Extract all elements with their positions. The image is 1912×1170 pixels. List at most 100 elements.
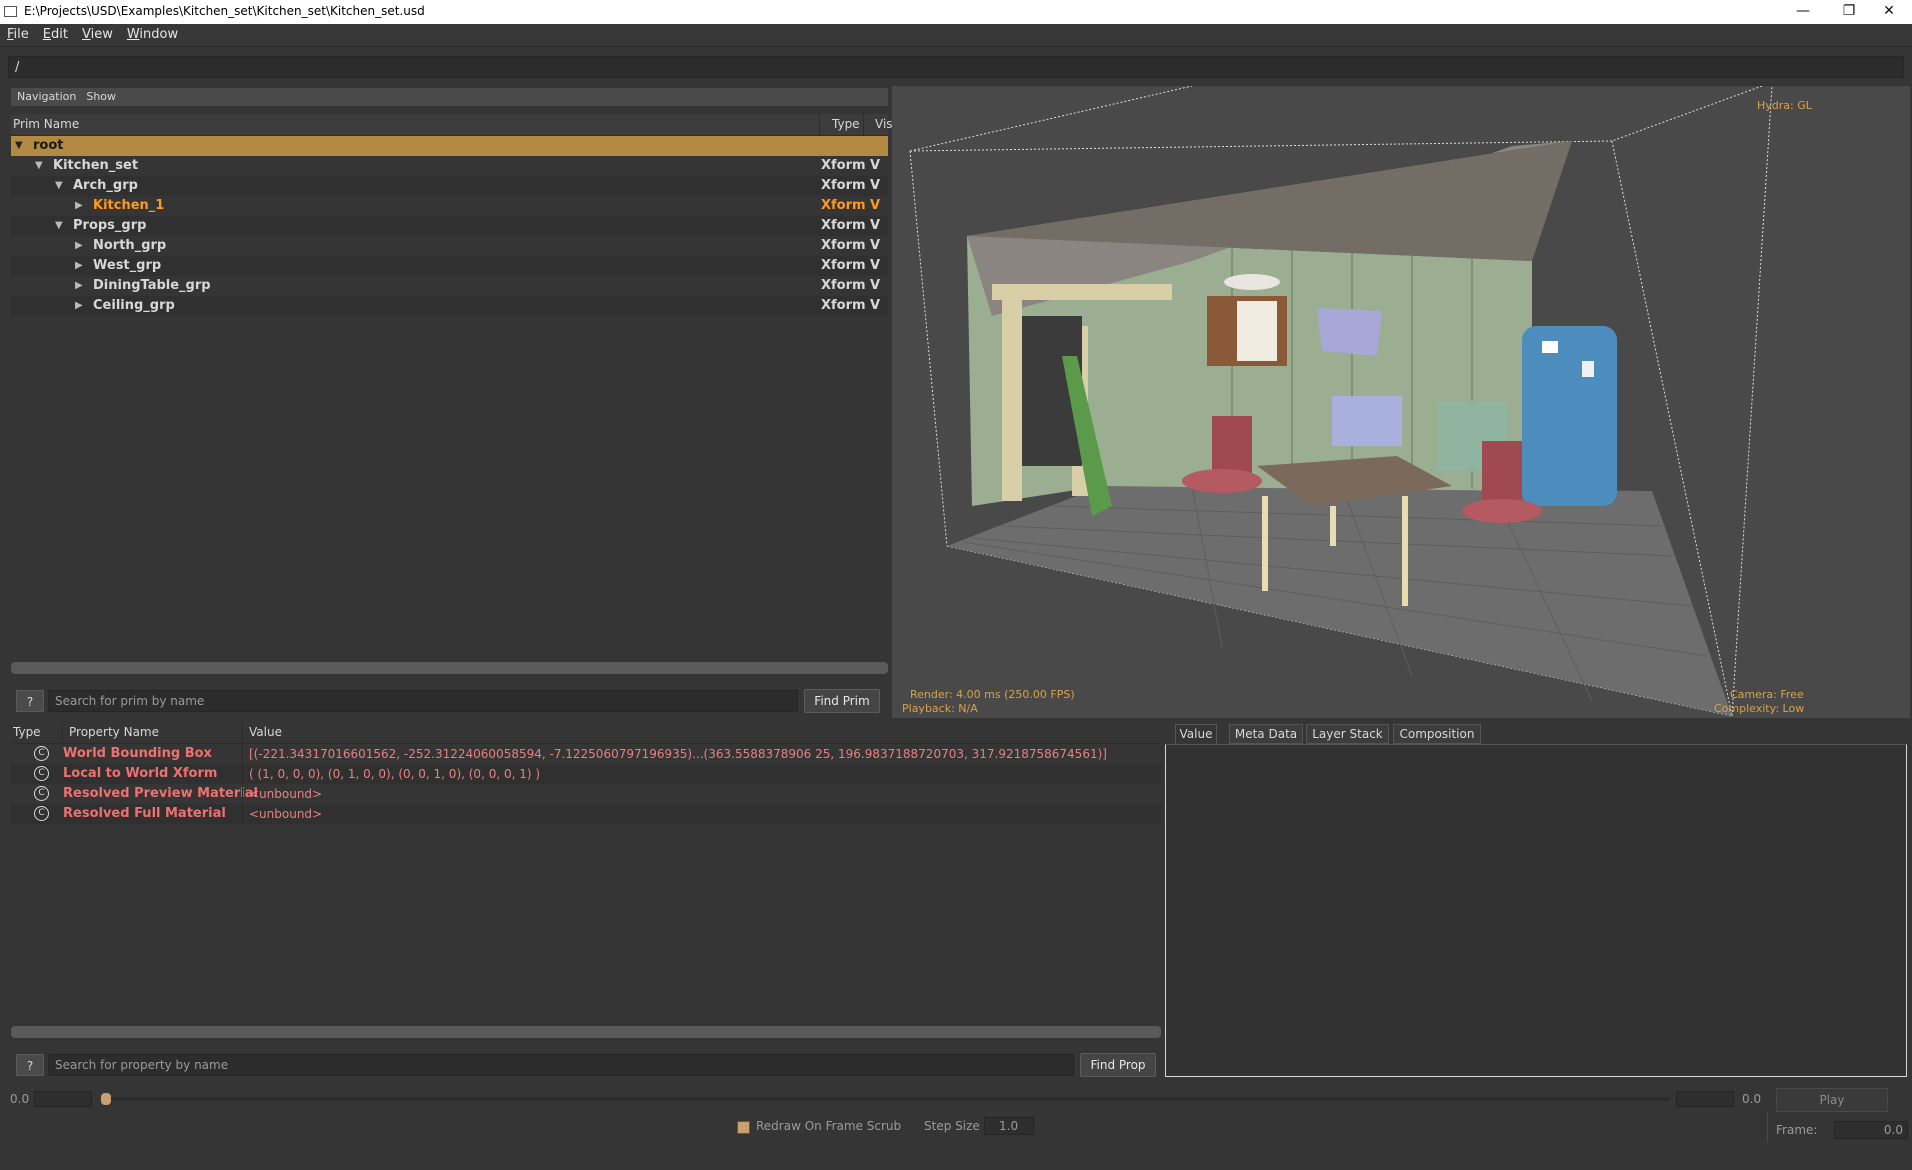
property-value: ( (1, 0, 0, 0), (0, 1, 0, 0), (0, 0, 1, … (242, 764, 540, 784)
vis-column[interactable]: Vis (863, 114, 893, 135)
property-value: [(-221.34317016601562, -252.312240600585… (242, 744, 1107, 764)
tree-row-props-grp[interactable]: ▼ Props_grp Xform V (11, 216, 888, 236)
frame-label: Frame: (1776, 1123, 1818, 1137)
prim-name: Arch_grp (73, 178, 138, 193)
tree-row-arch-grp[interactable]: ▼ Arch_grp Xform V (11, 176, 888, 196)
property-row[interactable]: C Resolved Preview Material <unbound> (11, 784, 1161, 804)
tree-row-ceiling-grp[interactable]: ▶ Ceiling_grp Xform V (11, 296, 888, 316)
prim-vis[interactable]: V (870, 156, 880, 176)
title-bar: E:\Projects\USD\Examples\Kitchen_set\Kit… (0, 0, 1912, 24)
frame-slider-track[interactable] (104, 1097, 1670, 1101)
prim-vis[interactable]: V (870, 176, 880, 196)
collapse-arrow-icon[interactable]: ▶ (75, 196, 83, 216)
redraw-checkbox[interactable] (737, 1121, 750, 1134)
tree-row-diningtable-grp[interactable]: ▶ DiningTable_grp Xform V (11, 276, 888, 296)
tree-row-north-grp[interactable]: ▶ North_grp Xform V (11, 236, 888, 256)
prim-vis[interactable]: V (870, 196, 880, 216)
app-icon (4, 6, 17, 17)
collapse-arrow-icon[interactable]: ▶ (75, 276, 83, 296)
tree-row-root[interactable]: ▼ root (11, 136, 888, 156)
value-view[interactable] (1165, 744, 1907, 1077)
prim-vis[interactable]: V (870, 236, 880, 256)
prim-type: Xform (821, 218, 866, 233)
prim-name: Kitchen_1 (93, 198, 165, 213)
prim-name: Kitchen_set (53, 158, 139, 173)
tab-composition[interactable]: Composition (1393, 724, 1481, 744)
tree-row-west-grp[interactable]: ▶ West_grp Xform V (11, 256, 888, 276)
minimize-button[interactable]: — (1780, 0, 1826, 24)
timeline-start-label: 0.0 (10, 1092, 30, 1106)
computed-property-icon: C (34, 786, 49, 801)
prim-vis[interactable]: V (870, 256, 880, 276)
prim-search-input[interactable]: Search for prim by name (48, 690, 798, 712)
frame-field[interactable]: 0.0 (1834, 1121, 1908, 1139)
prim-vis[interactable]: V (870, 216, 880, 236)
find-prim-button[interactable]: Find Prim (804, 689, 880, 713)
show-menu[interactable]: Show (86, 90, 116, 103)
property-name-column[interactable]: Property Name (62, 722, 159, 743)
computed-property-icon: C (34, 806, 49, 821)
divider (1767, 1112, 1768, 1142)
close-button[interactable]: ✕ (1866, 0, 1912, 24)
expand-arrow-icon[interactable]: ▼ (15, 136, 23, 156)
property-row[interactable]: C World Bounding Box [(-221.343170166015… (11, 744, 1161, 764)
step-size-label: Step Size (924, 1119, 980, 1133)
kitchen-scene-render[interactable] (892, 86, 1910, 718)
tab-value[interactable]: Value (1175, 724, 1217, 744)
begin-frame-field[interactable] (34, 1091, 92, 1107)
prim-help-button[interactable]: ? (16, 690, 44, 712)
playback-status: Playback: N/A (902, 702, 978, 715)
prim-vis[interactable]: V (870, 276, 880, 296)
play-button[interactable]: Play (1776, 1088, 1888, 1112)
prim-name-column[interactable]: Prim Name (13, 114, 79, 135)
prim-type: Xform (821, 158, 866, 173)
prim-tree-scrollbar[interactable] (11, 662, 888, 674)
prim-type: Xform (821, 198, 866, 213)
detail-tabs: Value Meta Data Layer Stack Composition (1165, 722, 1910, 744)
property-search-input[interactable]: Search for property by name (48, 1054, 1074, 1076)
property-help-button[interactable]: ? (16, 1054, 44, 1076)
collapse-arrow-icon[interactable]: ▶ (75, 256, 83, 276)
prim-type: Xform (821, 258, 866, 273)
collapse-arrow-icon[interactable]: ▶ (75, 236, 83, 256)
expand-arrow-icon[interactable]: ▼ (35, 156, 43, 176)
menu-view[interactable]: View (75, 24, 120, 45)
computed-property-icon: C (34, 766, 49, 781)
prim-tree[interactable]: ▼ root ▼ Kitchen_set Xform V ▼ Arch_grp … (11, 136, 888, 674)
property-row[interactable]: C Resolved Full Material <unbound> (11, 804, 1161, 824)
prim-toolbar: Navigation Show (11, 88, 888, 106)
redraw-label: Redraw On Frame Scrub (756, 1119, 902, 1133)
type-column[interactable]: Type (13, 722, 41, 743)
frame-slider-handle[interactable] (101, 1093, 111, 1105)
renderer-label: Hydra: GL (1757, 99, 1812, 112)
expand-arrow-icon[interactable]: ▼ (55, 216, 63, 236)
window-title: E:\Projects\USD\Examples\Kitchen_set\Kit… (24, 4, 425, 18)
tab-layer-stack[interactable]: Layer Stack (1306, 724, 1389, 744)
prim-name: North_grp (93, 238, 167, 253)
type-column[interactable]: Type (819, 114, 860, 135)
menu-edit[interactable]: Edit (36, 24, 75, 45)
property-table-header: Type Property Name Value (11, 722, 1161, 744)
tab-meta-data[interactable]: Meta Data (1229, 724, 1303, 744)
step-size-field[interactable]: 1.0 (984, 1117, 1034, 1135)
prim-name: Props_grp (73, 218, 147, 233)
tree-row-kitchen-1[interactable]: ▶ Kitchen_1 Xform V (11, 196, 888, 216)
property-row[interactable]: C Local to World Xform ( (1, 0, 0, 0), (… (11, 764, 1161, 784)
menu-file[interactable]: File (0, 24, 36, 45)
menu-window[interactable]: Window (120, 24, 185, 45)
viewport[interactable]: Hydra: GL Render: 4.00 ms (250.00 FPS) P… (892, 86, 1910, 718)
find-prop-button[interactable]: Find Prop (1080, 1053, 1156, 1077)
collapse-arrow-icon[interactable]: ▶ (75, 296, 83, 316)
prim-type: Xform (821, 238, 866, 253)
tree-row-kitchen-set[interactable]: ▼ Kitchen_set Xform V (11, 156, 888, 176)
navigation-menu[interactable]: Navigation (17, 90, 76, 103)
end-frame-field[interactable] (1676, 1091, 1734, 1107)
prim-vis[interactable]: V (870, 296, 880, 316)
prim-type: Xform (821, 278, 866, 293)
property-value: <unbound> (242, 784, 322, 804)
property-scrollbar[interactable] (11, 1026, 1161, 1038)
value-column[interactable]: Value (242, 722, 282, 743)
expand-arrow-icon[interactable]: ▼ (55, 176, 63, 196)
property-name: World Bounding Box (63, 746, 212, 761)
prim-path-field[interactable]: / (8, 56, 1904, 78)
